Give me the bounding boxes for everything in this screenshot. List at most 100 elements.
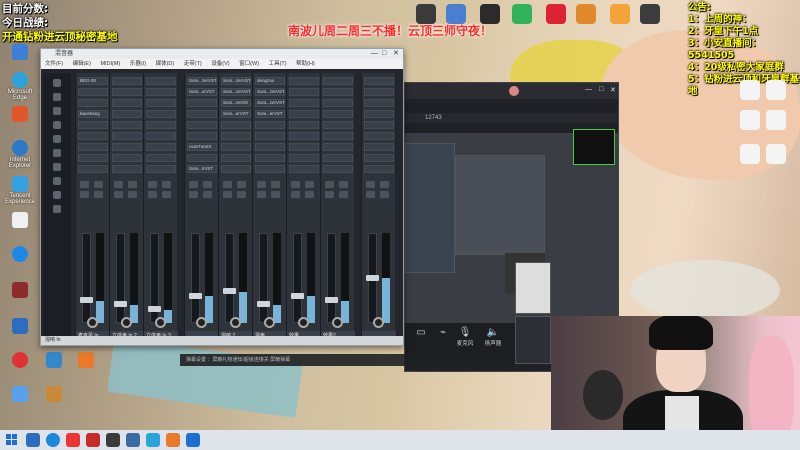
minimize-icon[interactable]: — bbox=[585, 86, 592, 93]
channel-button[interactable] bbox=[257, 191, 266, 198]
insert-slot[interactable] bbox=[221, 132, 251, 140]
desktop-icon[interactable] bbox=[546, 4, 566, 24]
fader-cap[interactable] bbox=[291, 292, 304, 299]
file-desktop-icon[interactable] bbox=[740, 110, 760, 130]
insert-slot[interactable] bbox=[364, 143, 394, 151]
channel-strip[interactable]: BEG-00baoshang麦克风 In bbox=[75, 73, 110, 341]
insert-slot[interactable] bbox=[112, 165, 142, 173]
insert-slot[interactable] bbox=[146, 165, 176, 173]
volume-fader[interactable] bbox=[366, 233, 379, 323]
insert-slot[interactable]: Soni...zerVST bbox=[221, 88, 251, 96]
menu-item[interactable]: 帮助(H) bbox=[296, 61, 315, 67]
tool-icon[interactable] bbox=[53, 205, 61, 213]
taskbar-app-icon[interactable] bbox=[186, 433, 200, 447]
insert-slot[interactable] bbox=[146, 110, 176, 118]
insert-slot[interactable] bbox=[289, 165, 319, 173]
minimize-icon[interactable]: — bbox=[371, 49, 378, 59]
file-desktop-icon[interactable] bbox=[766, 144, 786, 164]
channel-strip[interactable]: 立体声 In 3 bbox=[143, 73, 178, 341]
taskbar-app-icon[interactable] bbox=[126, 433, 140, 447]
channel-button[interactable] bbox=[203, 181, 212, 188]
insert-slot[interactable]: Soni...zerVST bbox=[221, 77, 251, 85]
channel-button[interactable] bbox=[380, 191, 389, 198]
speaker-button[interactable]: 🔈 扬声器 bbox=[481, 327, 505, 347]
fader-cap[interactable] bbox=[80, 297, 93, 303]
menu-item[interactable]: 乐器(I) bbox=[130, 61, 146, 67]
insert-slot[interactable] bbox=[112, 110, 142, 118]
channel-button[interactable] bbox=[128, 181, 137, 188]
wechat-desktop-icon[interactable] bbox=[512, 4, 532, 24]
insert-slot[interactable]: Soni...zerOh bbox=[221, 99, 251, 107]
insert-slot[interactable] bbox=[146, 143, 176, 151]
insert-slot[interactable] bbox=[255, 121, 285, 129]
channel-button[interactable] bbox=[94, 181, 103, 188]
insert-slot[interactable] bbox=[146, 88, 176, 96]
channel-button[interactable] bbox=[237, 181, 246, 188]
volume-fader[interactable] bbox=[223, 233, 236, 323]
desktop-icon[interactable] bbox=[446, 4, 466, 24]
channel-button[interactable] bbox=[380, 181, 389, 188]
tool-icon[interactable] bbox=[53, 149, 61, 157]
fader-cap[interactable] bbox=[189, 292, 202, 299]
tool-icon[interactable] bbox=[53, 191, 61, 199]
insert-slot[interactable]: Soni...urVST bbox=[187, 88, 217, 96]
desktop-icon[interactable] bbox=[2, 352, 38, 369]
control-button[interactable]: ⌁ bbox=[431, 327, 455, 339]
menu-item[interactable]: 编辑(E) bbox=[73, 61, 91, 67]
insert-slot[interactable] bbox=[146, 132, 176, 140]
insert-slot[interactable]: Soni...erVST bbox=[255, 110, 285, 118]
insert-slot[interactable] bbox=[187, 110, 217, 118]
insert-slot[interactable] bbox=[255, 143, 285, 151]
insert-slot[interactable] bbox=[364, 110, 394, 118]
insert-slot[interactable] bbox=[323, 110, 353, 118]
insert-slot[interactable] bbox=[255, 165, 285, 173]
volume-fader[interactable] bbox=[325, 233, 338, 323]
control-button[interactable]: ▭ bbox=[409, 327, 433, 339]
desktop-icon[interactable] bbox=[2, 246, 38, 263]
insert-slot[interactable] bbox=[255, 154, 285, 162]
insert-slot[interactable] bbox=[146, 77, 176, 85]
volume-fader[interactable] bbox=[114, 233, 127, 323]
insert-slot[interactable] bbox=[112, 154, 142, 162]
insert-slot[interactable] bbox=[112, 77, 142, 85]
tool-icon[interactable] bbox=[53, 93, 61, 101]
channel-button[interactable] bbox=[80, 181, 89, 188]
taskbar-app-icon[interactable] bbox=[46, 433, 60, 447]
search-icon[interactable] bbox=[26, 433, 40, 447]
channel-button[interactable] bbox=[305, 181, 314, 188]
insert-slot[interactable] bbox=[112, 99, 142, 107]
desktop-icon[interactable] bbox=[2, 386, 38, 403]
small-preview-window[interactable] bbox=[515, 262, 551, 314]
insert-slot[interactable]: Soni...zerVST bbox=[255, 99, 285, 107]
insert-slot[interactable] bbox=[78, 165, 108, 173]
insert-slot[interactable]: Soni...nVST bbox=[187, 165, 217, 173]
taskbar-app-icon[interactable] bbox=[146, 433, 160, 447]
channel-strip[interactable]: 效果 bbox=[286, 73, 321, 341]
insert-slot[interactable] bbox=[289, 110, 319, 118]
insert-slot[interactable] bbox=[323, 121, 353, 129]
channel-button[interactable] bbox=[114, 191, 123, 198]
tool-icon[interactable] bbox=[53, 107, 61, 115]
volume-fader[interactable] bbox=[189, 233, 202, 323]
pan-knob[interactable] bbox=[332, 317, 343, 328]
menu-item[interactable]: 走带(T) bbox=[184, 61, 202, 67]
insert-slot[interactable]: Soni...zerVST bbox=[187, 77, 217, 85]
insert-slot[interactable] bbox=[78, 154, 108, 162]
desktop-icon[interactable] bbox=[68, 352, 104, 369]
tool-icon[interactable] bbox=[53, 177, 61, 185]
desktop-icon[interactable] bbox=[610, 4, 630, 24]
insert-slot[interactable] bbox=[323, 99, 353, 107]
insert-slot[interactable] bbox=[146, 121, 176, 129]
mixer-title-bar[interactable]: 混音器 — □ ✕ bbox=[41, 49, 403, 59]
mic-button[interactable]: 🎙 麦克风 bbox=[453, 327, 477, 347]
channel-strip[interactable]: Soni...zerVST Soni...zerVST Soni...zerOh So… bbox=[218, 73, 253, 341]
channel-strip[interactable]: 立体声 In 2 bbox=[109, 73, 144, 341]
insert-slot[interactable] bbox=[187, 132, 217, 140]
fader-cap[interactable] bbox=[325, 297, 338, 303]
taskbar-app-icon[interactable] bbox=[106, 433, 120, 447]
insert-slot[interactable] bbox=[289, 99, 319, 107]
insert-slot[interactable] bbox=[364, 77, 394, 85]
close-icon[interactable]: ✕ bbox=[610, 86, 616, 94]
volume-fader[interactable] bbox=[80, 233, 93, 323]
channel-button[interactable] bbox=[189, 191, 198, 198]
